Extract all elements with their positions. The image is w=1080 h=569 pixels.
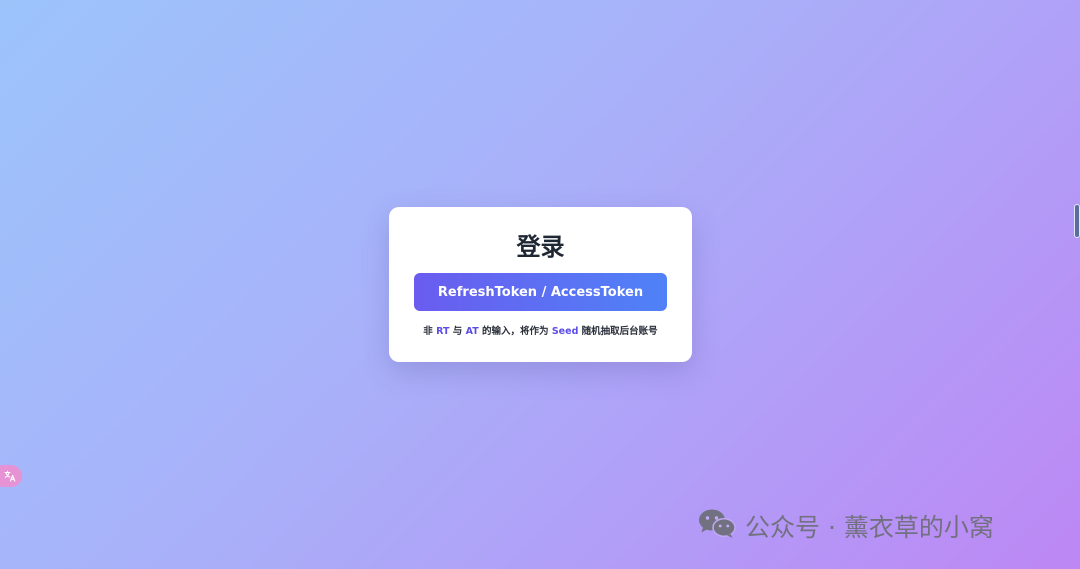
- wechat-icon: [697, 507, 745, 545]
- hint-rt: RT: [436, 326, 450, 337]
- login-title: 登录: [516, 233, 565, 261]
- translate-widget[interactable]: [0, 465, 22, 487]
- hint-and: 与: [449, 326, 466, 337]
- watermark-text: 公众号 · 薰衣草的小窝: [745, 513, 994, 542]
- watermark: 公众号 · 薰衣草的小窝: [697, 508, 994, 544]
- hint-seed: Seed: [551, 326, 579, 337]
- login-hint: 非 RT 与 AT 的输入，将作为 Seed 随机抽取后台账号: [389, 323, 692, 337]
- refresh-access-token-button[interactable]: RefreshToken / AccessToken: [414, 273, 667, 311]
- hint-suffix: 随机抽取后台账号: [578, 326, 658, 337]
- hint-at: AT: [465, 326, 479, 337]
- scrollbar-handle[interactable]: [1074, 204, 1080, 238]
- hint-prefix: 非: [423, 326, 437, 337]
- login-card: 登录 RefreshToken / AccessToken 非 RT 与 AT …: [389, 207, 692, 362]
- hint-middle: 的输入，将作为: [478, 326, 552, 337]
- translate-icon: [4, 470, 16, 482]
